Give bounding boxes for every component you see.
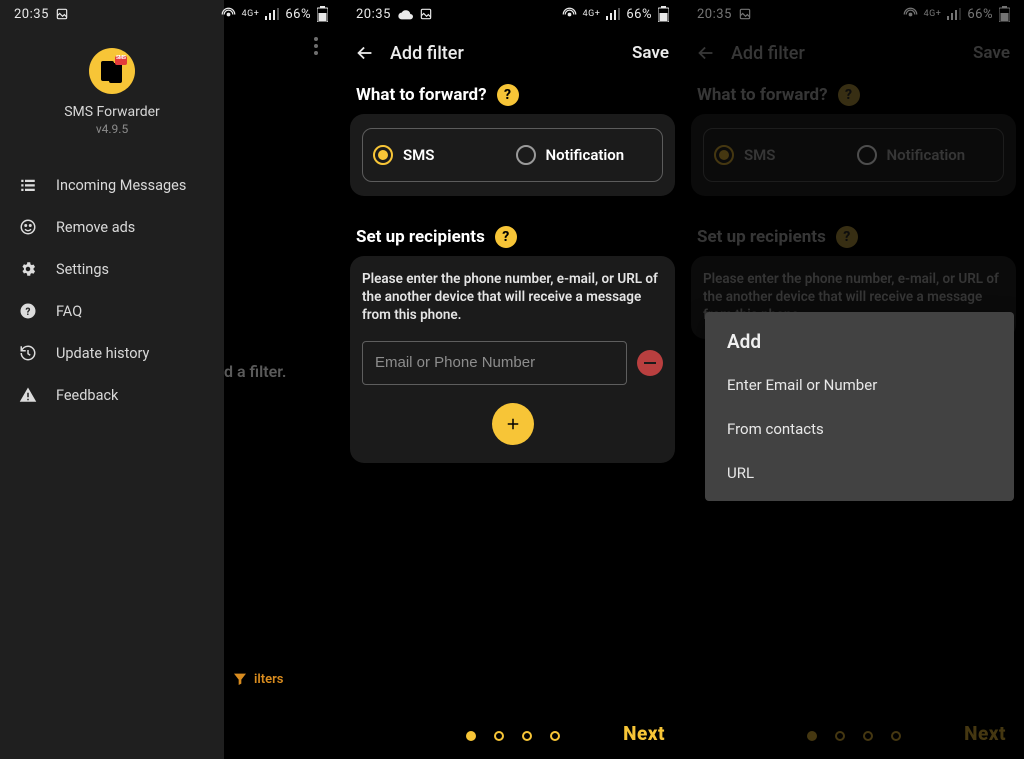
cloud-icon: [397, 8, 413, 20]
radio-unselected-icon: [516, 145, 536, 165]
screenshot-icon: [55, 7, 69, 21]
hotspot-icon: [221, 7, 236, 22]
svg-text:?: ?: [26, 307, 31, 318]
remove-recipient-button[interactable]: [637, 350, 663, 376]
help-icon[interactable]: ?: [497, 84, 519, 106]
app-bar: Add filter Save: [342, 28, 683, 78]
status-time: 20:35: [356, 7, 391, 22]
back-icon[interactable]: [352, 40, 378, 66]
radio-selected-icon: [373, 145, 393, 165]
recipients-description: Please enter the phone number, e-mail, o…: [362, 270, 663, 325]
battery-icon: [317, 6, 328, 22]
overflow-menu-icon[interactable]: [304, 34, 328, 58]
signal-icon: [265, 8, 279, 20]
status-bar: 20:35 4G+ 66%: [0, 0, 342, 28]
add-recipient-dialog: Add Enter Email or Number From contacts …: [705, 312, 1014, 501]
help-icon[interactable]: ?: [495, 226, 517, 248]
app-logo: [89, 48, 135, 94]
nav-faq[interactable]: ? FAQ: [0, 290, 224, 332]
app-version: v4.9.5: [96, 122, 128, 136]
next-button[interactable]: Next: [623, 722, 665, 745]
forward-type-group: SMS Notification: [362, 128, 663, 182]
nav-settings[interactable]: Settings: [0, 248, 224, 290]
section-recipients: Set up recipients ?: [342, 220, 683, 256]
section-what-to-forward: What to forward? ?: [342, 78, 683, 114]
smile-icon: [18, 218, 38, 236]
status-time: 20:35: [14, 7, 49, 22]
radio-notification[interactable]: Notification: [510, 145, 653, 165]
page-dot: [550, 731, 560, 741]
nav-incoming-messages[interactable]: Incoming Messages: [0, 164, 224, 206]
nav-label: Settings: [56, 261, 109, 278]
app-name: SMS Forwarder: [64, 104, 160, 120]
empty-state-text: d a filter.: [224, 362, 286, 381]
battery-pct: 66%: [285, 7, 311, 22]
nav-feedback[interactable]: Feedback: [0, 374, 224, 416]
radio-sms[interactable]: SMS: [373, 145, 510, 165]
page-dot: [494, 731, 504, 741]
list-icon: [18, 176, 38, 194]
dialog-option-contacts[interactable]: From contacts: [705, 407, 1014, 451]
nav-label: FAQ: [56, 303, 82, 320]
network-type: 4G+: [583, 10, 601, 19]
navigation-drawer: SMS Forwarder v4.9.5 Incoming Messages R…: [0, 0, 224, 759]
signal-icon: [606, 8, 620, 20]
page-dot: [522, 731, 532, 741]
page-dot-active: [466, 731, 476, 741]
minus-icon: [644, 362, 656, 364]
warning-icon: [18, 386, 38, 404]
nav-remove-ads[interactable]: Remove ads: [0, 206, 224, 248]
save-button[interactable]: Save: [632, 43, 669, 63]
help-icon: ?: [18, 302, 38, 320]
dialog-option-enter[interactable]: Enter Email or Number: [705, 363, 1014, 407]
nav-label: Incoming Messages: [56, 177, 186, 194]
dialog-title: Add: [705, 330, 1014, 363]
status-bar: 20:35 4G+ 66%: [342, 0, 683, 28]
add-recipient-button[interactable]: [492, 403, 534, 445]
dialog-option-url[interactable]: URL: [705, 451, 1014, 495]
nav-label: Feedback: [56, 387, 118, 404]
plus-icon: [504, 415, 522, 433]
recipient-input[interactable]: [362, 341, 627, 385]
battery-pct: 66%: [626, 7, 652, 22]
screenshot-icon: [419, 7, 433, 21]
nav-label: Remove ads: [56, 219, 135, 236]
page-title: Add filter: [390, 43, 464, 64]
nav-update-history[interactable]: Update history: [0, 332, 224, 374]
hotspot-icon: [562, 7, 577, 22]
nav-label: Update history: [56, 345, 149, 362]
network-type: 4G+: [242, 10, 260, 19]
gear-icon: [18, 260, 38, 278]
battery-icon: [658, 6, 669, 22]
filters-fab-partial[interactable]: ilters: [232, 663, 332, 695]
history-icon: [18, 344, 38, 362]
